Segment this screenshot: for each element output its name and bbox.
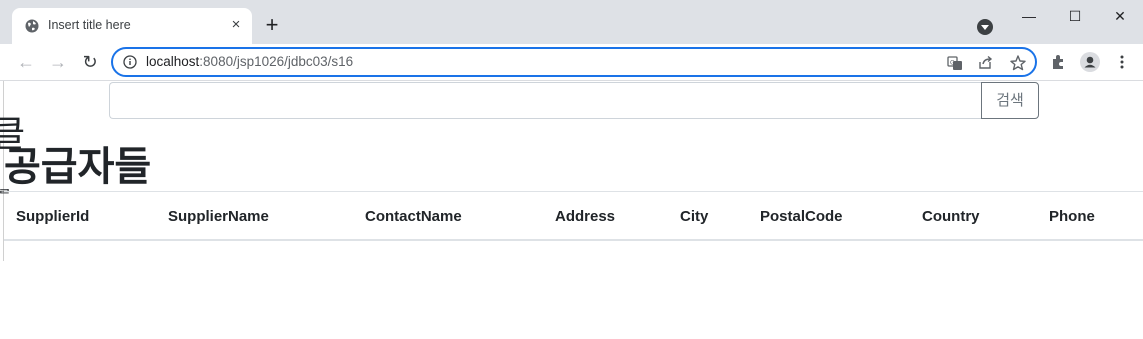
share-icon[interactable] (977, 54, 995, 72)
svg-text:G: G (950, 60, 955, 67)
column-header-city: City (680, 208, 709, 225)
new-tab-button[interactable]: + (262, 14, 282, 36)
address-bar[interactable]: localhost:8080/jsp1026/jdbc03/s16 G (111, 47, 1037, 77)
maximize-button[interactable]: ☐ (1065, 6, 1085, 26)
search-input[interactable] (109, 82, 982, 119)
url-path: :8080/jsp1026/jdbc03/s16 (199, 54, 354, 69)
tab-title: Insert title here (48, 18, 131, 32)
bookmark-star-icon[interactable] (1009, 54, 1027, 72)
extensions-icon[interactable] (1049, 53, 1067, 71)
search-button[interactable]: 검색 (981, 82, 1039, 119)
column-header-country: Country (922, 208, 980, 225)
url-host: localhost (146, 54, 200, 69)
info-icon[interactable] (123, 55, 137, 69)
close-window-button[interactable]: ✕ (1110, 6, 1130, 26)
profile-avatar[interactable] (1080, 52, 1100, 72)
url-text[interactable]: localhost:8080/jsp1026/jdbc03/s16 (146, 54, 353, 69)
browser-toolbar: ← → ↻ localhost:8080/jsp1026/jdbc03/s16 … (0, 44, 1143, 81)
column-header-postalcode: PostalCode (760, 208, 843, 225)
page-content: 클 ᆯ 검색 공급자들 SupplierId SupplierName Cont… (0, 81, 1143, 339)
page-title: 공급자들 (4, 144, 152, 190)
back-button[interactable]: ← (15, 51, 37, 73)
column-header-suppliername: SupplierName (168, 208, 269, 225)
column-header-supplierid: SupplierId (16, 208, 90, 225)
column-header-address: Address (555, 208, 616, 225)
tab-search-icon[interactable] (977, 19, 993, 35)
table-header-row: SupplierId SupplierName ContactName Addr… (4, 191, 1143, 241)
column-header-phone: Phone (1049, 208, 1095, 225)
browser-tab[interactable]: Insert title here × (12, 8, 252, 44)
globe-icon (25, 19, 39, 33)
column-header-contactname: ContactName (365, 208, 462, 225)
translate-icon[interactable]: G (946, 54, 964, 72)
minimize-button[interactable]: — (1019, 6, 1039, 26)
forward-button[interactable]: → (47, 51, 69, 73)
reload-button[interactable]: ↻ (79, 51, 101, 73)
tab-close-icon[interactable]: × (228, 17, 244, 33)
browser-titlebar: Insert title here × + — ☐ ✕ (0, 0, 1143, 44)
suppliers-table: SupplierId SupplierName ContactName Addr… (4, 191, 1143, 241)
menu-kebab-icon[interactable] (1113, 53, 1131, 71)
